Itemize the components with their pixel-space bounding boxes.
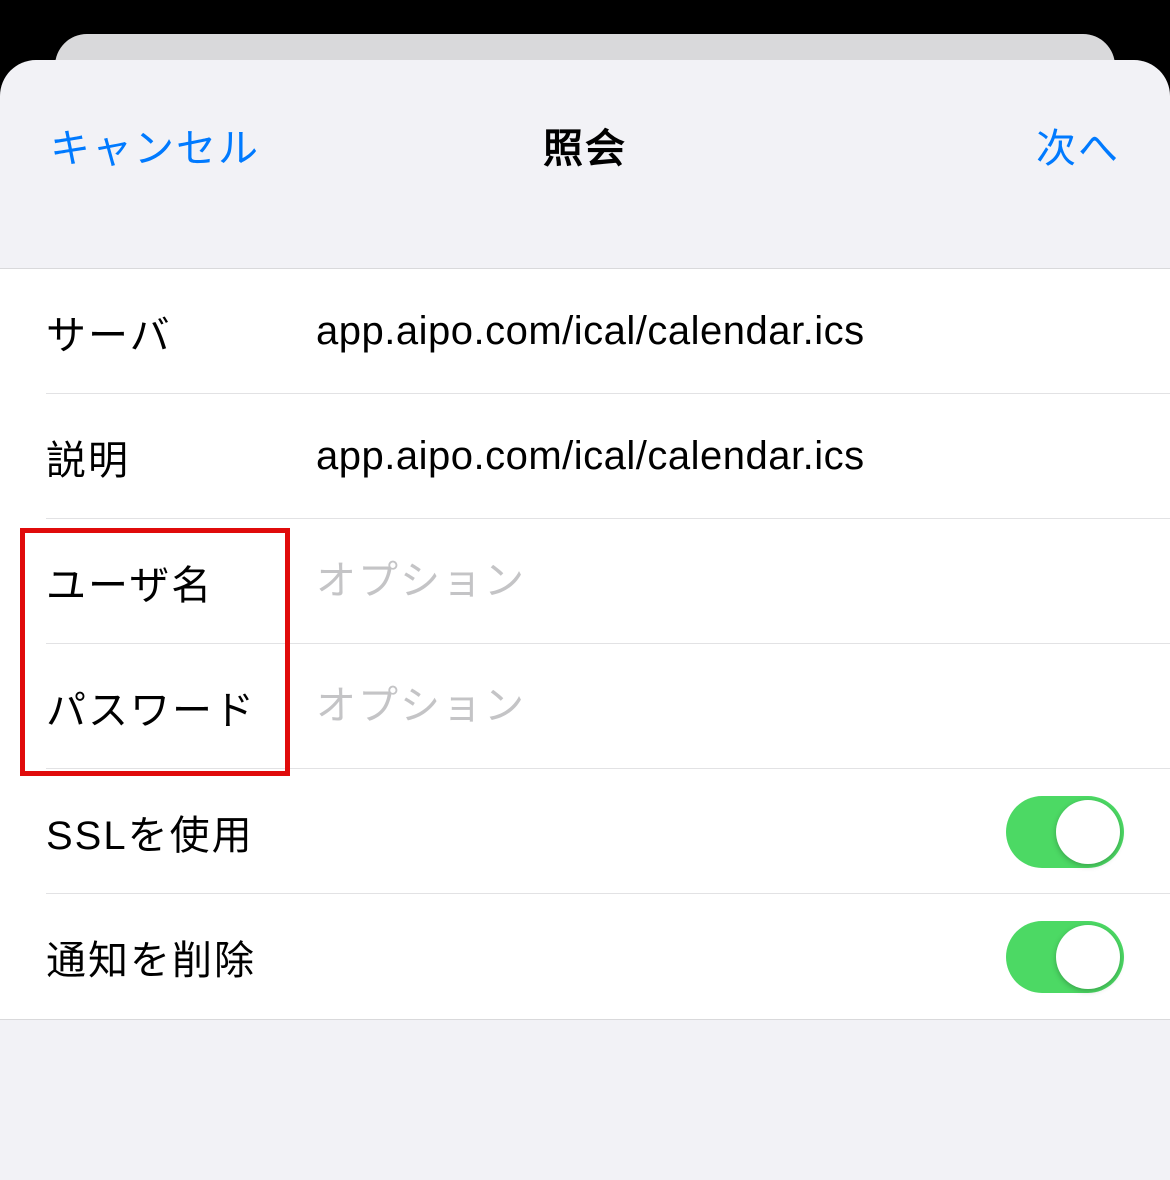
server-input[interactable] [316,309,1124,354]
username-label: ユーザ名 [46,553,316,611]
page-title: 照会 [543,116,627,174]
ssl-toggle[interactable] [1006,796,1124,868]
remove-notifications-row: 通知を削除 [0,894,1170,1019]
server-label: サーバ [46,303,316,361]
password-label: パスワード [46,678,316,736]
form-section: サーバ 説明 ユーザ名 パスワード SSLを使用 通知を削除 [0,268,1170,1020]
ssl-label: SSLを使用 [46,803,254,861]
description-row: 説明 [0,394,1170,519]
password-row: パスワード [0,644,1170,769]
description-input[interactable] [316,434,1124,479]
next-button[interactable]: 次へ [1036,116,1120,174]
nav-bar: キャンセル 照会 次へ [0,60,1170,268]
description-label: 説明 [46,428,316,486]
modal-sheet: キャンセル 照会 次へ サーバ 説明 ユーザ名 パスワード SSLを使用 通知を… [0,60,1170,1180]
remove-notifications-toggle[interactable] [1006,921,1124,993]
remove-notifications-label: 通知を削除 [46,928,256,986]
cancel-button[interactable]: キャンセル [50,116,260,174]
username-input[interactable] [316,559,1124,604]
ssl-row: SSLを使用 [0,769,1170,894]
server-row: サーバ [0,269,1170,394]
password-input[interactable] [316,684,1124,729]
username-row: ユーザ名 [0,519,1170,644]
